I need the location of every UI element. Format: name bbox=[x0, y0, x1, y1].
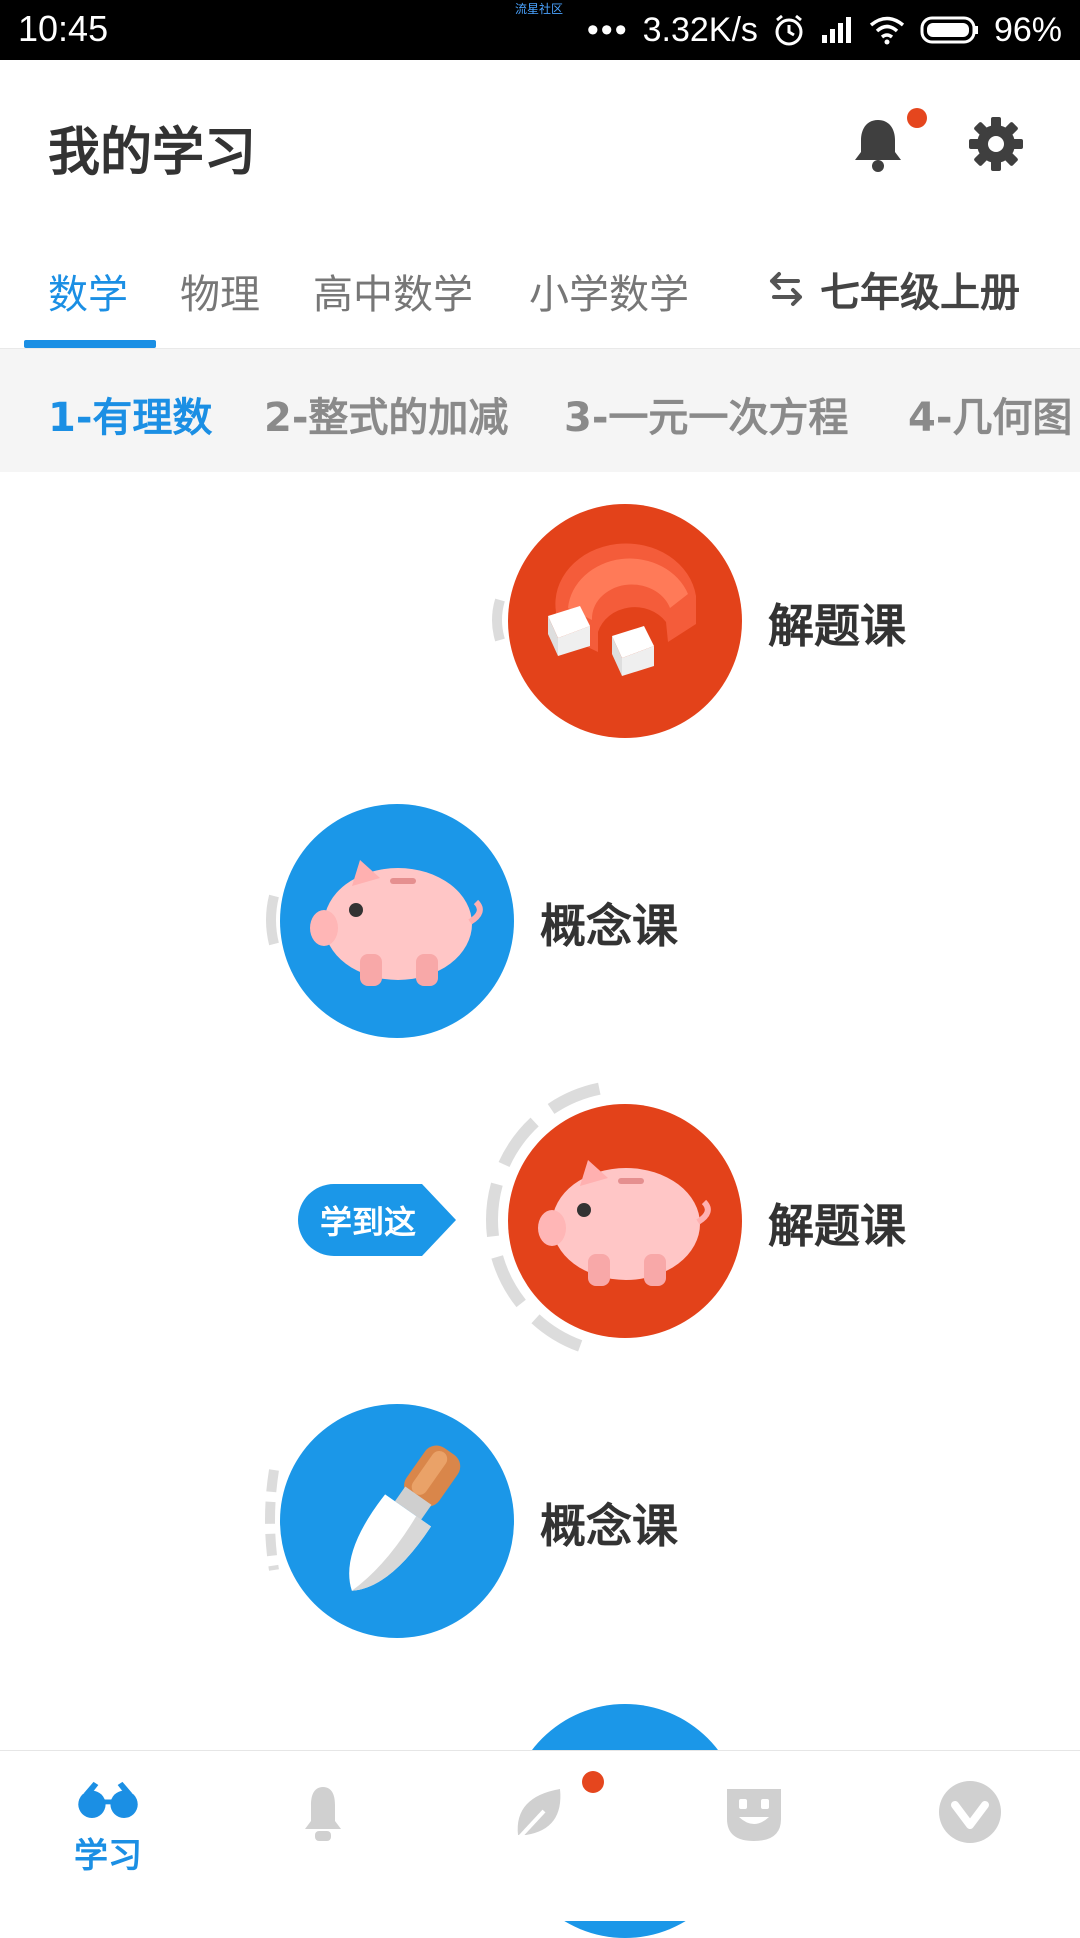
network-speed: 3.32K/s bbox=[642, 10, 758, 49]
grade-label: 七年级上册 bbox=[820, 270, 1020, 316]
chapter-tabs: 1-有理数 2-整式的加减 3-一元一次方程 4-几何图 bbox=[0, 349, 1080, 472]
page-title: 我的学习 bbox=[48, 123, 257, 183]
status-bar: 10:45 流星社区 ••• 3.32K/s 96% bbox=[0, 0, 1080, 60]
lesson-node-4[interactable] bbox=[280, 1404, 514, 1638]
lesson-label-4: 概念课 bbox=[540, 1499, 678, 1553]
signal-icon bbox=[821, 17, 851, 43]
nav-learn-label: 学习 bbox=[74, 1836, 142, 1876]
app-header: 我的学习 bbox=[0, 60, 1080, 230]
switch-arrows-icon bbox=[770, 272, 802, 306]
tab-physics[interactable]: 物理 bbox=[180, 262, 260, 320]
subject-tabs: 数学 物理 高中数学 小学数学 七年级上册 bbox=[0, 230, 1080, 349]
chapter-1[interactable]: 1-有理数 bbox=[48, 385, 212, 443]
nav-bell[interactable] bbox=[273, 1777, 373, 1877]
bell-icon[interactable] bbox=[848, 114, 908, 174]
leaf-icon bbox=[516, 1789, 561, 1841]
lesson-node-2[interactable] bbox=[280, 804, 514, 1038]
bottom-nav: 学习 bbox=[0, 1750, 1080, 1921]
battery-icon bbox=[920, 16, 978, 44]
lesson-node-1[interactable] bbox=[508, 504, 742, 738]
piggy-bank-icon bbox=[538, 1160, 711, 1286]
lesson-label-1: 解题课 bbox=[768, 599, 906, 653]
lesson-label-2: 概念课 bbox=[540, 899, 678, 953]
notification-dot bbox=[907, 108, 927, 128]
status-carrier: 流星社区 bbox=[515, 2, 564, 16]
nav-notification-dot bbox=[582, 1771, 604, 1793]
tab-math[interactable]: 数学 bbox=[48, 262, 128, 320]
brush-icon bbox=[349, 1445, 461, 1591]
smiley-icon bbox=[727, 1789, 781, 1841]
chapter-3[interactable]: 3-一元一次方程 bbox=[564, 385, 848, 443]
chapter-4[interactable]: 4-几何图 bbox=[908, 385, 1072, 443]
piggy-bank-icon bbox=[310, 860, 483, 986]
status-right: ••• 3.32K/s 96% bbox=[587, 8, 1062, 52]
grade-switcher[interactable]: 七年级上册 bbox=[764, 260, 1020, 318]
tab-primary-math[interactable]: 小学数学 bbox=[529, 262, 689, 320]
progress-marker-label: 学到这 bbox=[320, 1203, 417, 1241]
alarm-icon bbox=[775, 14, 803, 46]
status-time: 10:45 bbox=[18, 8, 109, 49]
tab-high-school-math[interactable]: 高中数学 bbox=[313, 262, 473, 320]
active-tab-indicator bbox=[24, 340, 156, 348]
battery-level: 96% bbox=[993, 10, 1062, 49]
magnet-icon bbox=[548, 543, 696, 676]
wifi-icon bbox=[869, 16, 905, 45]
lesson-node-3[interactable] bbox=[508, 1104, 742, 1338]
glasses-icon bbox=[78, 1781, 138, 1818]
more-dots-icon: ••• bbox=[586, 10, 629, 49]
lesson-label-3: 解题课 bbox=[768, 1199, 906, 1253]
check-badge-icon bbox=[939, 1781, 1001, 1843]
nav-profile[interactable] bbox=[704, 1777, 804, 1877]
gear-icon[interactable] bbox=[966, 114, 1026, 174]
nav-more[interactable] bbox=[920, 1777, 1020, 1877]
chapter-2[interactable]: 2-整式的加减 bbox=[264, 385, 508, 443]
nav-learn[interactable]: 学习 bbox=[58, 1777, 158, 1877]
bell-icon bbox=[305, 1787, 341, 1841]
nav-discover[interactable] bbox=[489, 1777, 589, 1877]
